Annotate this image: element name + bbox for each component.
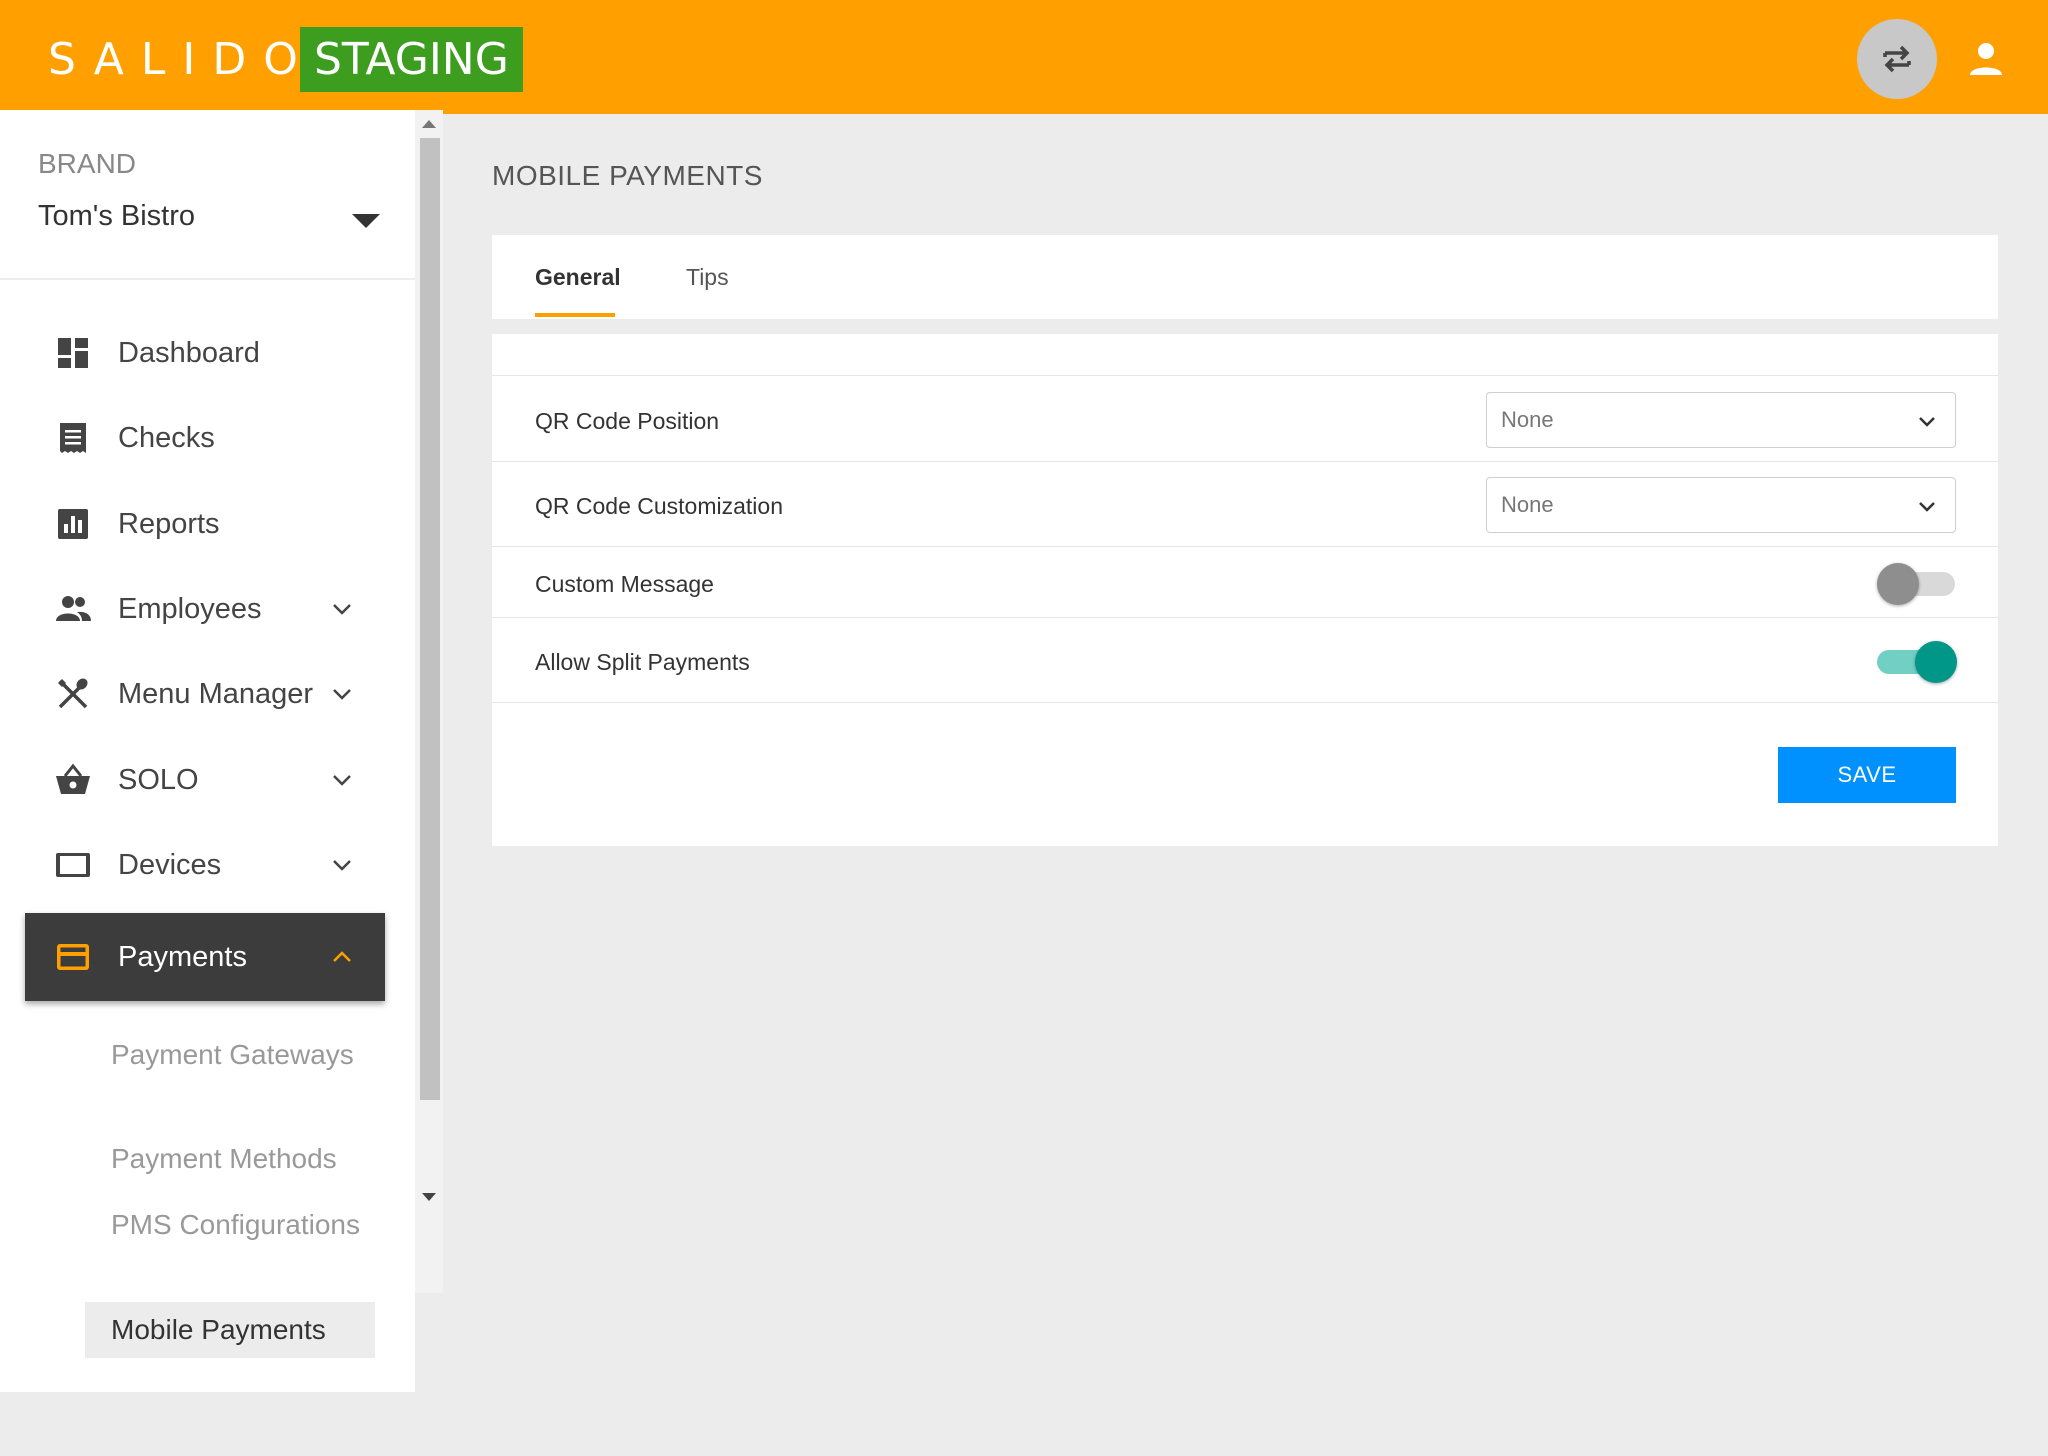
tab-tips[interactable]: Tips — [686, 235, 729, 319]
brand-label: BRAND — [38, 148, 137, 179]
scroll-down-arrow-icon[interactable] — [422, 1193, 436, 1201]
qr-position-label: QR Code Position — [535, 408, 720, 434]
credit-card-icon — [55, 939, 91, 975]
brand-select[interactable]: Tom's Bistro — [38, 200, 383, 240]
custom-message-label: Custom Message — [535, 571, 714, 597]
sidebar-item-devices[interactable]: Devices — [25, 829, 385, 901]
qr-customization-value: None — [1501, 492, 1554, 517]
active-tab-indicator — [535, 313, 615, 317]
bar-chart-icon — [55, 506, 91, 542]
environment-badge: STAGING — [300, 27, 523, 92]
sidebar-item-label: Reports — [118, 507, 220, 540]
divider — [492, 461, 1998, 462]
top-bar: SALIDO STAGING — [0, 0, 2048, 114]
chevron-down-icon — [330, 597, 354, 621]
sidebar-item-label: Devices — [118, 848, 222, 881]
sidebar-subitem-pms-configurations[interactable]: PMS Configurations — [111, 1208, 371, 1242]
qr-customization-select[interactable]: None — [1486, 477, 1956, 533]
chevron-down-icon — [330, 768, 354, 792]
tablet-icon — [55, 847, 91, 883]
people-icon — [55, 591, 91, 627]
sidebar: BRAND Tom's Bistro Dashboard Checks Repo… — [0, 110, 415, 1392]
dashboard-icon — [55, 335, 91, 371]
swap-arrows-icon — [1883, 45, 1911, 73]
toggle-knob — [1915, 641, 1957, 683]
scroll-up-arrow-icon[interactable] — [422, 120, 436, 128]
chevron-up-icon — [330, 945, 354, 969]
sidebar-item-solo[interactable]: SOLO — [25, 744, 385, 816]
chevron-down-icon — [330, 853, 354, 877]
sidebar-item-employees[interactable]: Employees — [25, 573, 385, 645]
sidebar-item-payments[interactable]: Payments — [25, 913, 385, 1001]
sidebar-subitem-payment-gateways[interactable]: Payment Gateways — [111, 1038, 371, 1072]
sidebar-subitem-payment-methods[interactable]: Payment Methods — [111, 1142, 371, 1176]
sidebar-item-label: Checks — [118, 421, 215, 454]
page-title: MOBILE PAYMENTS — [492, 160, 763, 191]
sidebar-item-label: Menu Manager — [118, 677, 314, 710]
swap-location-button[interactable] — [1857, 19, 1937, 99]
utensils-icon — [55, 676, 91, 712]
allow-split-payments-toggle[interactable] — [1877, 640, 1957, 683]
sidebar-item-reports[interactable]: Reports — [25, 488, 385, 560]
divider — [492, 546, 1998, 547]
caret-down-icon — [352, 214, 380, 228]
scrollbar-thumb[interactable] — [420, 138, 440, 1100]
qr-customization-label: QR Code Customization — [535, 493, 783, 519]
divider — [0, 278, 415, 280]
sidebar-item-label: Employees — [118, 592, 262, 625]
basket-icon — [55, 762, 91, 798]
settings-card: QR Code Position None QR Code Customizat… — [492, 334, 1998, 846]
chevron-down-icon — [1915, 494, 1939, 518]
divider — [492, 375, 1998, 376]
tabs-bar: General Tips — [492, 235, 1998, 319]
save-button[interactable]: SAVE — [1778, 747, 1956, 803]
sidebar-item-checks[interactable]: Checks — [25, 402, 385, 474]
sidebar-item-label: Payments — [118, 940, 247, 973]
sidebar-item-label: SOLO — [118, 763, 199, 796]
sidebar-item-label: Dashboard — [118, 336, 260, 369]
user-icon — [1970, 43, 2002, 75]
allow-split-payments-label: Allow Split Payments — [535, 649, 750, 675]
chevron-down-icon — [330, 682, 354, 706]
sidebar-subitem-mobile-payments[interactable]: Mobile Payments — [85, 1302, 375, 1358]
sidebar-item-dashboard[interactable]: Dashboard — [25, 317, 385, 389]
tab-general[interactable]: General — [535, 235, 621, 319]
brand-value: Tom's Bistro — [38, 200, 196, 232]
sidebar-item-menu-manager[interactable]: Menu Manager — [25, 658, 385, 730]
receipt-icon — [55, 420, 91, 456]
divider — [492, 702, 1998, 703]
toggle-knob — [1877, 563, 1919, 605]
logo-text: SALIDO — [48, 33, 315, 85]
qr-position-select[interactable]: None — [1486, 392, 1956, 448]
custom-message-toggle[interactable] — [1877, 562, 1957, 605]
qr-position-value: None — [1501, 407, 1554, 432]
sidebar-scrollbar[interactable] — [415, 110, 443, 1293]
divider — [492, 617, 1998, 618]
user-account-button[interactable] — [1966, 39, 2006, 79]
chevron-down-icon — [1915, 409, 1939, 433]
